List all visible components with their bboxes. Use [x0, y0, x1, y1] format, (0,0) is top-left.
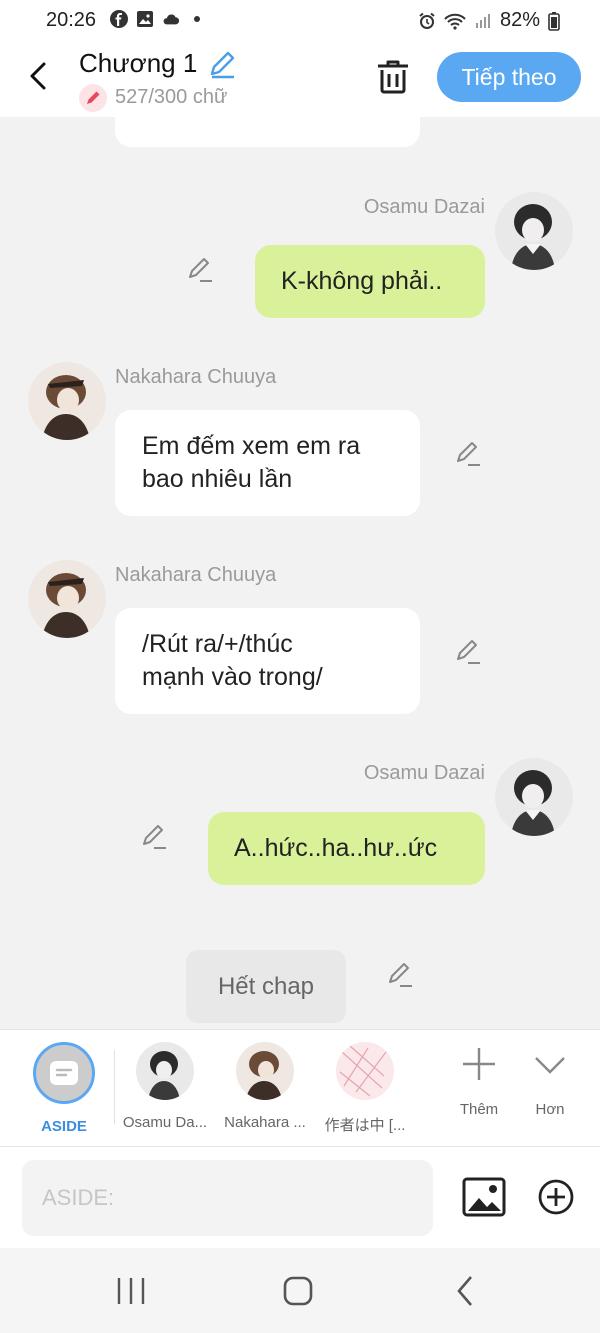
recent-apps-icon[interactable] [111, 1274, 151, 1308]
sender-name: Osamu Dazai [363, 196, 485, 218]
aside-avatar [33, 1042, 95, 1104]
sender-name: Nakahara Chuuya [115, 564, 277, 586]
avatar-osamu[interactable] [495, 758, 573, 836]
message-bubble[interactable]: /Rút ra/+/thúc mạnh vào trong/ [115, 608, 420, 714]
message-bubble[interactable]: K-không phải.. [255, 245, 485, 318]
edit-message-icon[interactable] [454, 439, 484, 469]
character-label: Osamu Da... [122, 1114, 208, 1131]
battery-percent: 82% [499, 9, 540, 31]
character-label: ASIDE [41, 1118, 87, 1135]
status-right: 82% [418, 9, 560, 32]
aside-icon [50, 1061, 78, 1085]
message-bubble[interactable]: Em đếm xem em ra bao nhiêu lần [115, 410, 420, 516]
next-button[interactable]: Tiếp theo [437, 52, 581, 102]
character-aside[interactable]: ASIDE [19, 1042, 109, 1135]
cloud-icon [163, 14, 180, 25]
message-text: A..hức..ha..hư..ức [234, 834, 438, 862]
message-text: Em đếm xem em ra [142, 432, 361, 460]
chat-area[interactable]: mà Osamu Dazai K-không phải.. Nakahara C… [0, 117, 600, 1029]
chevron-down-icon [535, 1057, 565, 1074]
message-bubble[interactable]: mà [115, 117, 420, 147]
character-label: 作者は中 [... [324, 1117, 406, 1134]
back-arrow-icon[interactable] [22, 56, 56, 96]
trash-icon[interactable] [374, 56, 412, 96]
status-bar: 20:26 82% [0, 0, 600, 40]
battery-icon [548, 11, 560, 31]
character-osamu[interactable]: Osamu Da... [120, 1042, 210, 1131]
status-time: 20:26 [46, 9, 97, 31]
avatar-osamu[interactable] [495, 192, 573, 270]
wifi-icon [444, 13, 466, 30]
sender-name: Nakahara Chuuya [115, 366, 277, 388]
plus-icon [463, 1048, 495, 1080]
message-text: bao nhiêu lần [142, 465, 293, 493]
avatar-chuuya[interactable] [28, 560, 106, 638]
chapter-title[interactable]: Chương 1 [79, 48, 197, 79]
edit-message-icon[interactable] [186, 255, 216, 285]
avatar-author [336, 1042, 394, 1100]
system-nav-bar [0, 1248, 600, 1333]
dot-icon [194, 16, 200, 22]
alarm-icon [419, 12, 435, 29]
input-area [0, 1146, 600, 1248]
message-text: mạnh vào trong/ [142, 663, 323, 691]
character-label: Nakahara ... [224, 1114, 306, 1131]
character-chuuya[interactable]: Nakahara ... [220, 1042, 310, 1131]
signal-icon [475, 13, 490, 28]
avatar-chuuya[interactable] [28, 362, 106, 440]
message-text: /Rút ra/+/thúc [142, 630, 293, 658]
edit-message-icon[interactable] [454, 637, 484, 667]
more-label: Hơn [535, 1101, 565, 1118]
sender-name: Osamu Dazai [363, 762, 485, 784]
message-text: mà [142, 117, 177, 124]
message-input[interactable] [22, 1160, 433, 1236]
character-author[interactable]: 作者は中 [... [320, 1042, 410, 1135]
nav-back-icon[interactable] [446, 1274, 486, 1308]
add-character-button[interactable]: Thêm [444, 1044, 514, 1118]
message-bubble[interactable]: A..hức..ha..hư..ức [208, 812, 485, 885]
image-icon[interactable] [462, 1177, 506, 1217]
edit-title-icon[interactable] [206, 48, 238, 80]
avatar-osamu [136, 1042, 194, 1100]
word-count: 527/300 chữ [115, 86, 228, 108]
end-chapter-marker[interactable]: Hết chap [186, 950, 346, 1023]
home-icon[interactable] [278, 1274, 318, 1308]
divider [114, 1050, 115, 1124]
gallery-icon [137, 11, 153, 27]
facebook-icon [110, 10, 128, 28]
add-circle-icon[interactable] [538, 1179, 574, 1215]
more-characters-button[interactable]: Hơn [515, 1044, 585, 1118]
message-text: K-không phải.. [281, 267, 443, 295]
edit-message-icon[interactable] [386, 960, 416, 990]
edit-message-icon[interactable] [140, 822, 170, 852]
notification-icons [110, 10, 206, 28]
character-selector: ASIDE Osamu Da... Nakahara ... 作者は中 [...… [0, 1029, 600, 1146]
avatar-chuuya [236, 1042, 294, 1100]
add-label: Thêm [459, 1101, 499, 1118]
word-count-icon [79, 84, 107, 112]
editor-header: Chương 1 527/300 chữ Tiếp theo [0, 40, 600, 117]
